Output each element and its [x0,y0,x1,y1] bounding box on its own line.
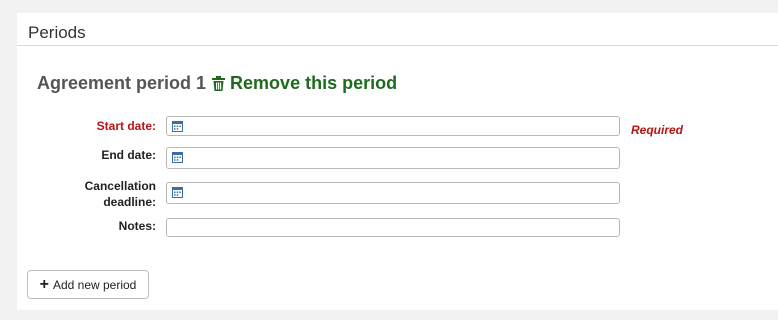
cancellation-deadline-label: Cancellation deadline: [85,178,156,210]
period-heading: Agreement period 1 Remove this period [37,73,397,94]
remove-period-link[interactable]: Remove this period [212,73,397,94]
period-title: Agreement period 1 [37,73,207,93]
calendar-icon[interactable] [172,187,183,198]
notes-label: Notes: [118,219,156,233]
cancellation-deadline-label-line1: Cancellation [84,179,156,193]
end-date-input[interactable] [166,147,620,169]
start-date-label: Start date: [96,119,156,133]
plus-icon: + [39,275,49,293]
cancellation-deadline-label-line2: deadline: [103,195,156,209]
calendar-icon[interactable] [172,152,183,163]
add-new-period-label: Add new period [52,277,137,292]
section-title: Periods [28,23,86,42]
remove-period-label: Remove this period [230,73,398,93]
add-new-period-button[interactable]: + Add new period [27,270,149,299]
start-date-input[interactable] [166,116,620,136]
trash-icon [212,76,226,91]
periods-panel: Periods Agreement period 1 Remove this p… [17,13,778,310]
required-indicator: Required [631,123,684,137]
notes-input[interactable] [166,218,620,237]
cancellation-deadline-input[interactable] [166,182,620,204]
section-divider [17,45,778,46]
end-date-label: End date: [101,148,156,162]
calendar-icon[interactable] [172,121,183,132]
